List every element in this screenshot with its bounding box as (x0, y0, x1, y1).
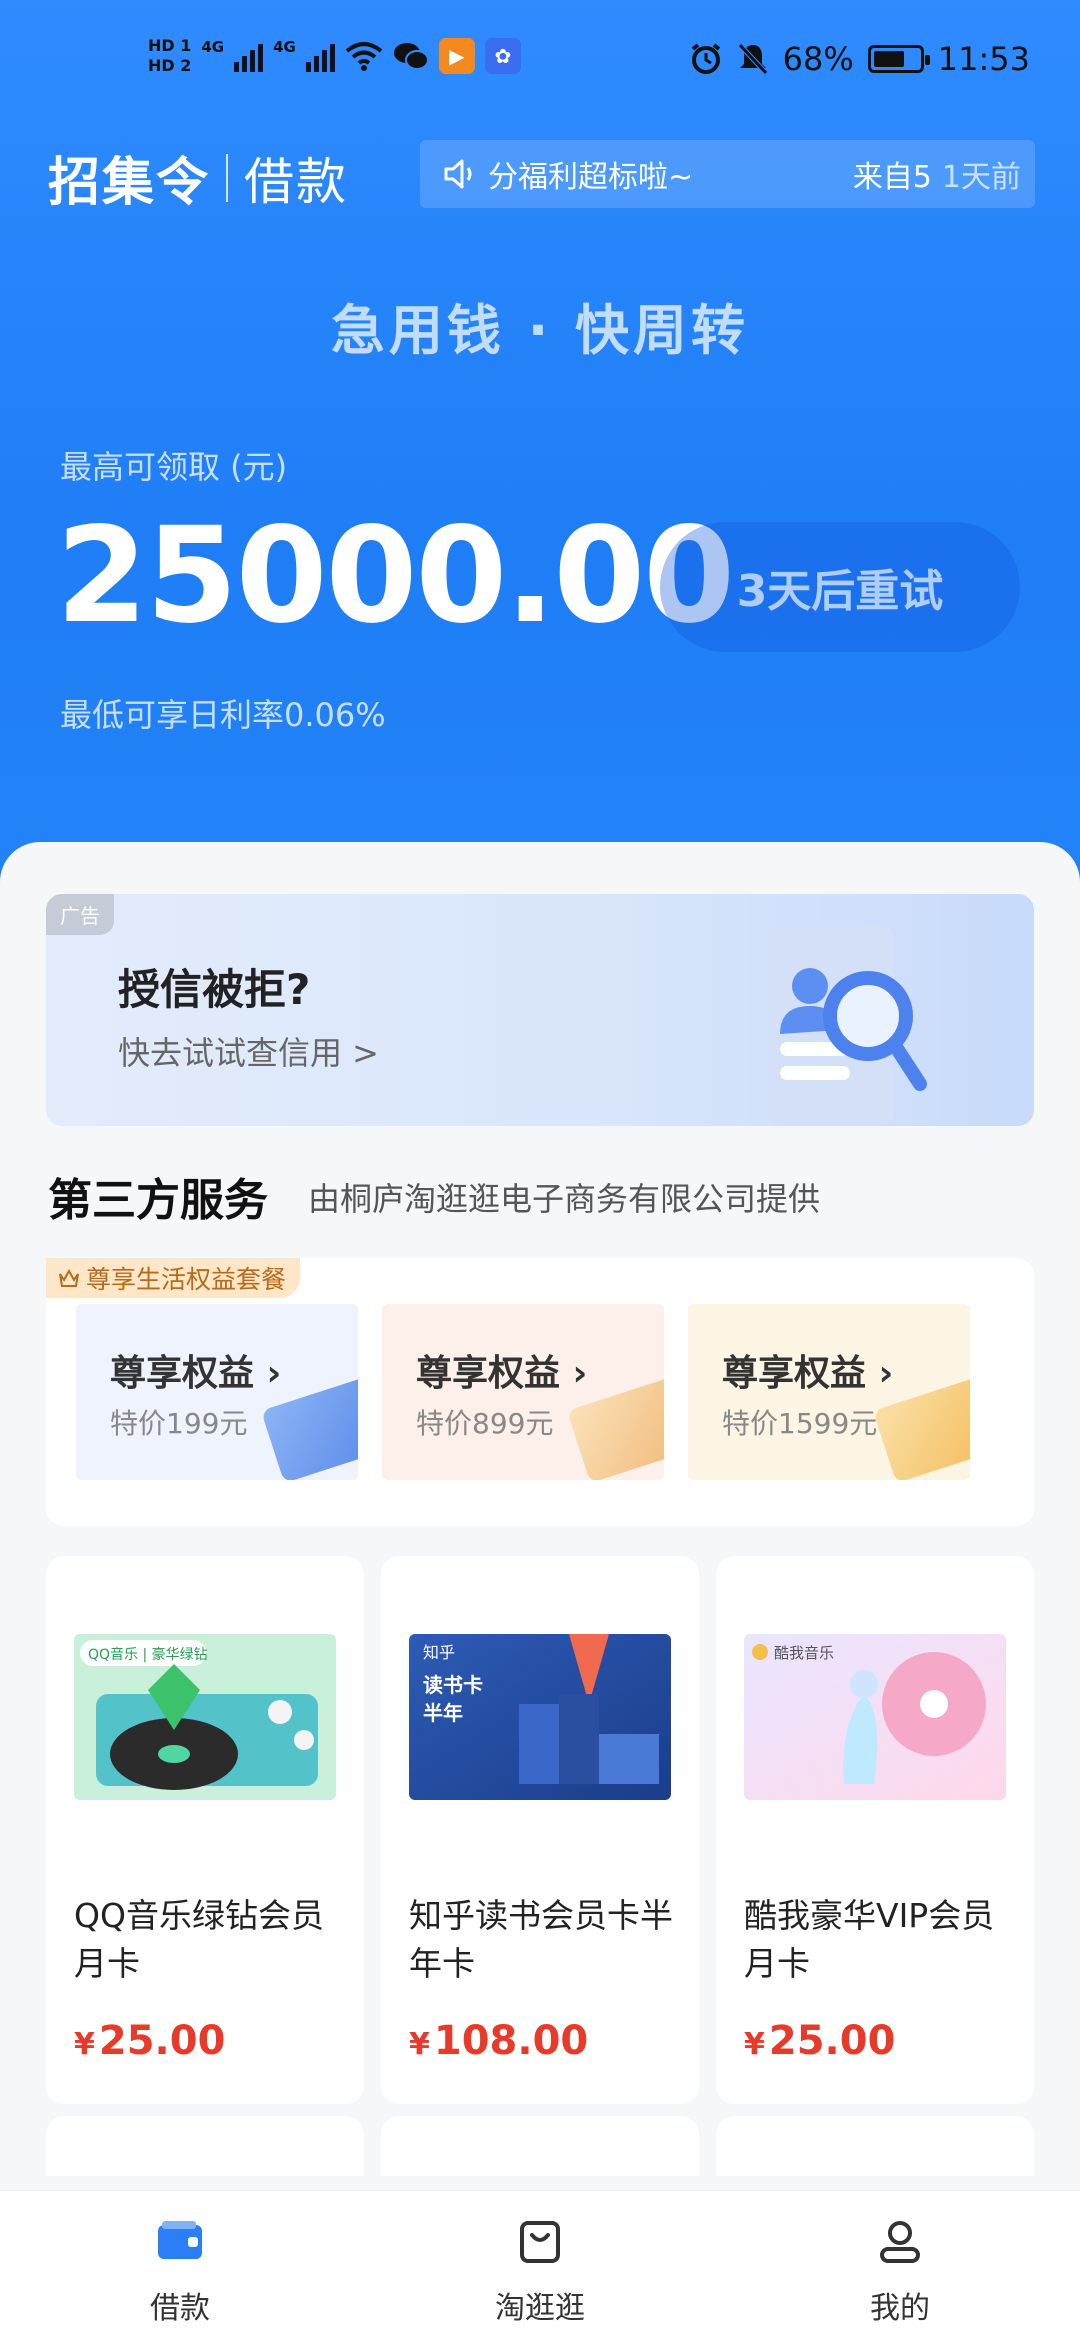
baidu-app-icon: ✿ (484, 38, 521, 74)
tab-label: 我的 (870, 2291, 930, 2326)
currency-symbol: ¥ (74, 2027, 95, 2062)
perk-price: 特价1599元 (722, 1407, 878, 1440)
clock: 11:53 (937, 40, 1030, 78)
product-card[interactable]: 知乎 读书卡 半年 知乎读书会员卡半年卡 ¥108.00 (381, 1556, 699, 2104)
wifi-icon (345, 42, 383, 71)
hd2-label: HD 2 (148, 56, 192, 75)
product-image-title: 读书卡 (423, 1673, 483, 1697)
perks-ribbon-label: 尊享生活权益套餐 (86, 1265, 287, 1294)
product-price-value: 25.00 (98, 2018, 226, 2064)
mute-icon (737, 43, 768, 75)
tab-loan[interactable]: 借款 (80, 2213, 280, 2327)
ad-subtitle: 快去试试查信用 > (118, 1034, 379, 1072)
product-name: 酷我豪华VIP会员月卡 (744, 1896, 995, 1983)
perks-ribbon: 尊享生活权益套餐 (46, 1258, 301, 1298)
perk-price: 特价899元 (416, 1407, 554, 1440)
crown-icon (59, 1268, 79, 1287)
signal-icon (305, 40, 335, 72)
product-card-partial[interactable] (46, 2116, 364, 2176)
ad-title: 授信被拒? (118, 965, 311, 1014)
product-price-value: 25.00 (768, 2018, 896, 2064)
tab-mine[interactable]: 我的 (800, 2213, 1000, 2327)
product-image: 知乎 读书卡 半年 (409, 1634, 671, 1800)
signal-icon (234, 40, 264, 72)
perk-title: 尊享权益 › (416, 1353, 588, 1394)
product-image-subtitle: 半年 (423, 1701, 463, 1725)
hd1-label: HD 1 (148, 36, 192, 55)
third-party-title: 第三方服务 (48, 1175, 268, 1226)
perk-card[interactable]: 尊享权益 › 特价1599元 (688, 1304, 970, 1480)
product-card[interactable]: QQ音乐 | 豪华绿钻 QQ音乐绿钻会员月卡 ¥25.00 (46, 1556, 364, 2104)
product-image-label: 酷我音乐 (774, 1644, 834, 1662)
product-image: QQ音乐 | 豪华绿钻 (74, 1634, 336, 1800)
battery-icon (867, 45, 930, 73)
product-image: 酷我音乐 (744, 1634, 1006, 1800)
product-name: QQ音乐绿钻会员月卡 (74, 1896, 324, 1983)
alarm-icon (691, 43, 720, 74)
bottom-tab-bar: 借款 淘逛逛 我的 (0, 2190, 1080, 2340)
product-price-value: 108.00 (433, 2018, 589, 2064)
product-card[interactable]: 酷我音乐 酷我豪华VIP会员月卡 ¥25.00 (716, 1556, 1034, 2104)
brand-name: 招集令 (48, 153, 211, 213)
brand-logo: 招集令 借款 (48, 140, 348, 215)
perk-title: 尊享权益 › (110, 1353, 282, 1394)
notice-marquee[interactable]: 分福利超标啦~ 来自5 1天前 (420, 140, 1035, 208)
brand-subtitle: 借款 (244, 152, 349, 211)
product-card-partial[interactable] (381, 2116, 699, 2176)
slogan: 急用钱 · 快周转 (330, 299, 750, 362)
perk-card[interactable]: 尊享权益 › 特价899元 (382, 1304, 664, 1480)
third-party-provider: 由桐庐淘逛逛电子商务有限公司提供 (308, 1180, 821, 1218)
product-price: ¥108.00 (409, 2018, 588, 2064)
video-app-icon: ▶ (438, 38, 475, 74)
currency-symbol: ¥ (744, 2027, 765, 2062)
product-price: ¥25.00 (74, 2018, 225, 2064)
wallet-icon (158, 2221, 202, 2259)
product-card-partial[interactable] (716, 2116, 1034, 2176)
speaker-icon (444, 159, 472, 189)
notice-text: 分福利超标啦~ (488, 160, 694, 195)
loan-amount: 25000.00 (56, 499, 735, 653)
tab-shop[interactable]: 淘逛逛 (440, 2213, 640, 2327)
network-type-1: 4G (201, 38, 225, 56)
ad-tag: 广告 (46, 894, 114, 935)
perk-price: 特价199元 (110, 1407, 248, 1440)
amount-label: 最高可领取 (元) (60, 448, 288, 486)
shopping-bag-icon (520, 2221, 560, 2263)
brand-divider (226, 153, 229, 202)
user-icon (880, 2221, 920, 2263)
perk-title: 尊享权益 › (722, 1353, 894, 1394)
notice-time: 1天前 (941, 160, 1021, 195)
ad-banner[interactable]: 广告 授信被拒? 快去试试查信用 > (46, 894, 1034, 1126)
wechat-icon (393, 43, 429, 70)
perk-card[interactable]: 尊享权益 › 特价199元 (76, 1304, 358, 1480)
tab-label: 借款 (150, 2291, 210, 2326)
status-bar: HD 1 HD 2 4G 4G ▶ ✿ 68% 11:53 (0, 0, 1080, 130)
notice-source: 来自5 (852, 160, 932, 195)
product-price: ¥25.00 (744, 2018, 895, 2064)
product-name: 知乎读书会员卡半年卡 (409, 1896, 673, 1983)
currency-symbol: ¥ (409, 2027, 430, 2062)
perks-panel: 尊享生活权益套餐 尊享权益 › 特价199元 尊享权益 › 特价899元 尊享权… (46, 1258, 1034, 1526)
product-image-label: QQ音乐 | 豪华绿钻 (88, 1646, 208, 1663)
tab-label: 淘逛逛 (495, 2291, 585, 2326)
retry-button[interactable]: 3天后重试 (660, 522, 1020, 652)
credit-search-illustration (768, 924, 927, 1126)
product-image-label: 知乎 (423, 1643, 455, 1662)
hd-indicator: HD 1 HD 2 (148, 36, 191, 76)
battery-percent: 68% (782, 40, 854, 78)
network-type-2: 4G (273, 38, 296, 56)
interest-rate-text: 最低可享日利率0.06% (60, 696, 386, 734)
